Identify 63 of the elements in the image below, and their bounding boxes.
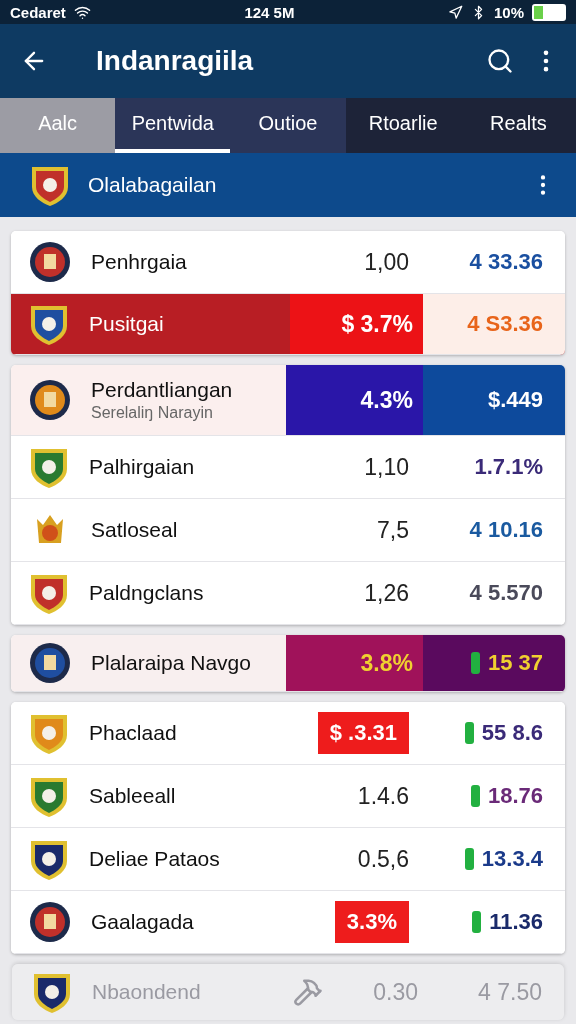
team-name: Phaclaad — [89, 721, 177, 745]
team-name: Nbaondend — [92, 980, 202, 1004]
location-icon — [447, 4, 463, 20]
team-name: Sableeall — [89, 784, 176, 808]
team-name: Satloseal — [91, 518, 178, 542]
hammer-icon — [293, 977, 324, 1007]
price-text: 55 8.6 — [481, 720, 543, 746]
section-title: Olalabagailan — [88, 173, 218, 197]
tab[interactable]: Rtoarlie — [345, 98, 461, 153]
team-row[interactable]: Pusitgai $ 3.7% 4 S3.36 — [11, 294, 565, 355]
team-row[interactable]: Phaclaad $ .3.31 55 8.6 — [11, 702, 565, 765]
team-row[interactable]: Perdantliangan Serelaliŋ Narayin 4.3% $.449 — [11, 365, 565, 436]
crest-icon — [29, 642, 71, 684]
change-badge: $ .3.31 — [317, 712, 409, 754]
team-name: Plalaraipa Navgo — [91, 651, 251, 675]
team-row[interactable]: Paldngclans 1,26 4 5.570 — [11, 562, 565, 625]
price-text: $.449 — [487, 387, 543, 413]
team-name: Pusitgai — [89, 312, 164, 336]
price-text: 4 33.36 — [469, 249, 543, 275]
search-icon[interactable] — [486, 47, 514, 75]
clock-text: 124 5M — [244, 3, 295, 21]
team-row[interactable]: Satloseal 7,5 4 10.16 — [11, 499, 565, 562]
tab[interactable]: Realts — [460, 98, 576, 153]
team-row[interactable]: Plalaraipa Navgo 3.8% 15 37 — [11, 635, 565, 692]
price-text: 4 10.16 — [469, 517, 543, 543]
team-name: Paldngclans — [89, 581, 204, 605]
team-row[interactable]: Deliae Pataos 0.5,6 13.3.4 — [11, 828, 565, 891]
price-text: 18.76 — [487, 783, 543, 809]
price-text: 13.3.4 — [481, 846, 543, 872]
value-text: 7,5 — [376, 515, 410, 545]
team-row[interactable]: Gaalagada 3.3% 11.36 — [11, 891, 565, 954]
carrier-text: Cedaret — [10, 3, 66, 21]
team-name: Palhirgaian — [89, 455, 195, 479]
team-name: Gaalagada — [91, 910, 194, 934]
team-name: Deliae Pataos — [89, 847, 220, 871]
crest-icon — [29, 241, 71, 283]
price-text: 11.36 — [489, 909, 543, 935]
value-text: 1.4.6 — [356, 781, 410, 811]
value-text: 0.5,6 — [356, 844, 410, 874]
team-row[interactable]: Palhirgaian 1,10 1.7.1% — [11, 436, 565, 499]
value-block: $ 3.7% — [290, 294, 423, 354]
battery-icon — [532, 3, 566, 21]
price-text: 4 5.570 — [469, 580, 543, 606]
value-text: 1,00 — [363, 247, 410, 277]
price-text: 4 7.50 — [478, 978, 542, 1006]
value-text: 1,26 — [363, 578, 410, 608]
app-title: Indanragiila — [96, 45, 255, 77]
price-text: 15 37 — [487, 650, 543, 676]
team-name: Penhrgaia — [91, 250, 187, 274]
value-block: 3.8% — [286, 635, 423, 691]
value-text: 0.30 — [373, 978, 419, 1006]
battery-text: 10% — [493, 3, 524, 21]
team-row[interactable]: Penhrgaia 1,00 4 33.36 — [11, 231, 565, 294]
value-text: 1,10 — [363, 452, 410, 482]
value-block: 4.3% — [286, 365, 423, 435]
price-text: 4 S3.36 — [467, 311, 543, 337]
price-text: 1.7.1% — [474, 454, 543, 480]
team-row[interactable]: Sableeall 1.4.6 18.76 — [11, 765, 565, 828]
crest-icon — [29, 901, 71, 943]
team-name: Perdantliangan — [91, 378, 233, 402]
change-badge: 3.3% — [334, 901, 409, 943]
team-subtitle: Serelaliŋ Narayin — [91, 404, 214, 422]
crest-icon — [29, 379, 71, 421]
